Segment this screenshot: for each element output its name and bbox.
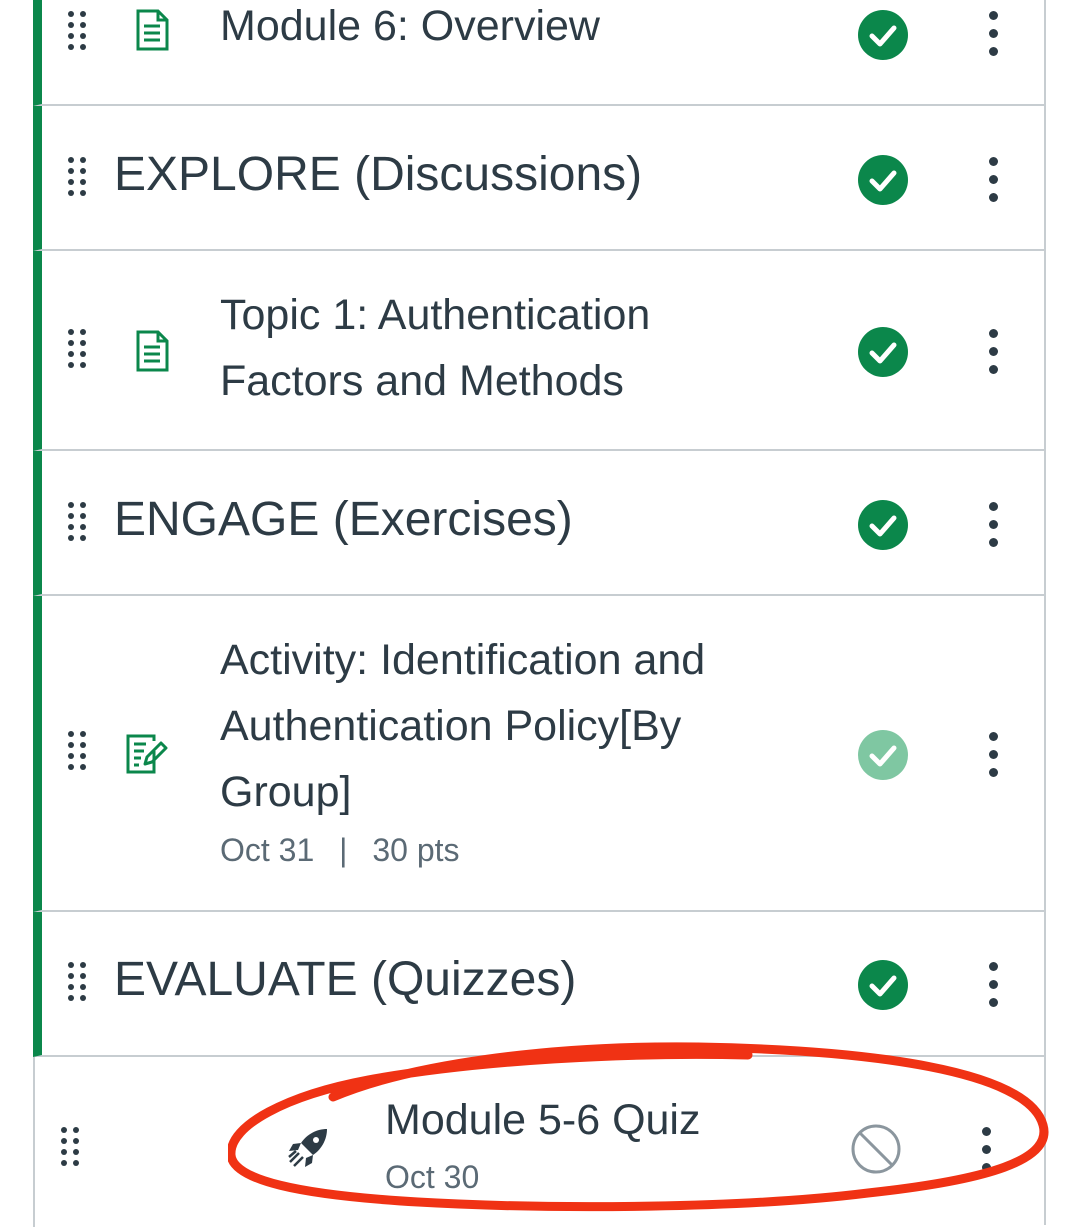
more-options-icon[interactable] <box>987 11 999 57</box>
module-header-title: EVALUATE (Quizzes) <box>114 953 577 1006</box>
module-header-title: ENGAGE (Exercises) <box>114 493 573 546</box>
more-options-icon[interactable] <box>987 962 999 1008</box>
module-item-row[interactable]: Module 5-6 Quiz Oct 30 <box>33 1057 1044 1227</box>
page-icon <box>136 330 169 372</box>
module-header-row[interactable]: ENGAGE (Exercises) <box>33 451 1044 596</box>
published-check-icon[interactable] <box>857 499 909 551</box>
drag-handle-icon[interactable] <box>68 502 90 542</box>
title-line: Activity: Identification and <box>220 636 706 684</box>
assignment-icon <box>126 734 168 774</box>
module-item-title[interactable]: Module 6: Overview <box>220 0 600 59</box>
more-options-icon[interactable] <box>987 157 999 203</box>
drag-handle-icon[interactable] <box>61 1127 83 1167</box>
module-item-row[interactable]: Topic 1: Authentication Factors and Meth… <box>33 251 1044 451</box>
more-options-icon[interactable] <box>980 1127 992 1173</box>
more-options-icon[interactable] <box>987 732 999 778</box>
drag-handle-icon[interactable] <box>68 11 90 51</box>
module-header-row[interactable]: EXPLORE (Discussions) <box>33 106 1044 251</box>
title-line: Authentication Policy[By <box>220 702 682 750</box>
module-item-title[interactable]: Module 5-6 Quiz <box>385 1087 701 1153</box>
unpublished-icon[interactable] <box>850 1123 902 1175</box>
module-item-title[interactable]: Topic 1: Authentication Factors and Meth… <box>220 282 650 414</box>
published-check-icon[interactable] <box>857 154 909 206</box>
module-item-row[interactable]: Activity: Identification and Authenticat… <box>33 596 1044 912</box>
module-item-row[interactable]: Module 6: Overview <box>33 0 1044 106</box>
title-line: Factors and Methods <box>220 357 624 405</box>
title-line: Group] <box>220 768 352 816</box>
due-date: Oct 31 <box>220 832 315 868</box>
more-options-icon[interactable] <box>987 329 999 375</box>
more-options-icon[interactable] <box>987 502 999 548</box>
drag-handle-icon[interactable] <box>68 731 90 771</box>
meta-separator: | <box>339 832 348 868</box>
published-check-icon[interactable] <box>857 729 909 781</box>
module-items-list: Module 6: Overview EXPLORE (Discussions) <box>33 0 1046 1227</box>
item-details: Oct 31 | 30 pts <box>220 832 460 869</box>
points: 30 pts <box>372 832 460 868</box>
quiz-rocket-icon <box>288 1129 327 1167</box>
drag-handle-icon[interactable] <box>68 329 90 369</box>
module-item-title[interactable]: Activity: Identification and Authenticat… <box>220 627 705 825</box>
drag-handle-icon[interactable] <box>68 962 90 1002</box>
module-header-title: EXPLORE (Discussions) <box>114 148 643 201</box>
page-icon <box>136 9 169 51</box>
due-date: Oct 30 <box>385 1159 480 1195</box>
module-header-row[interactable]: EVALUATE (Quizzes) <box>33 912 1044 1057</box>
title-line: Topic 1: Authentication <box>220 291 651 339</box>
published-check-icon[interactable] <box>857 326 909 378</box>
published-check-icon[interactable] <box>857 959 909 1011</box>
drag-handle-icon[interactable] <box>68 157 90 197</box>
published-check-icon[interactable] <box>857 9 909 61</box>
